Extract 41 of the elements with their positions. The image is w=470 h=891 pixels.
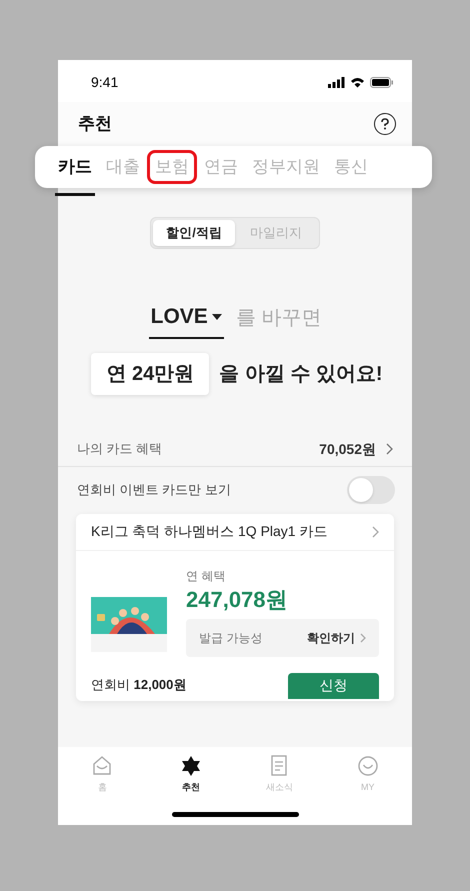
benefit-label: 연 혜택	[186, 568, 226, 584]
caret-icon	[212, 314, 222, 320]
document-icon	[269, 755, 290, 777]
headline-text: 을 아낄 수 있어요!	[219, 362, 383, 386]
tab[interactable]: 정부지원	[251, 150, 321, 184]
issue-check-button[interactable]: 발급 가능성 확인하기	[186, 618, 379, 656]
card-dropdown[interactable]: LOVE	[148, 301, 224, 338]
house-icon	[92, 755, 112, 777]
battery-icon	[370, 76, 394, 88]
benefit-amount: 70,052원	[319, 440, 376, 458]
chevron-right-icon	[372, 526, 379, 538]
toggle-switch[interactable]	[347, 476, 395, 504]
star-icon	[180, 755, 201, 777]
help-icon[interactable]	[374, 113, 396, 135]
savings-badge: 연 24만원	[91, 352, 210, 394]
clock: 9:41	[91, 72, 118, 92]
tab[interactable]: 보험	[147, 150, 197, 184]
nav-tab[interactable]: 추천	[146, 755, 235, 794]
tab[interactable]: 통신	[333, 150, 369, 184]
apply-button[interactable]: 신청	[288, 672, 379, 698]
nav-tab[interactable]: MY	[324, 755, 412, 794]
signal-icon	[328, 76, 345, 88]
nav-tab[interactable]: 홈	[58, 755, 146, 794]
page-title: 추천	[78, 113, 112, 136]
card-title-row[interactable]: K리그 축덕 하나멤버스 1Q Play1 카드	[76, 514, 394, 550]
toggle-label: 연회비 이벤트 카드만 보기	[77, 480, 231, 499]
nav-tab[interactable]: 새소식	[235, 755, 324, 794]
segment-tab[interactable]: 마일리지	[235, 220, 317, 246]
segment-tab[interactable]: 할인/적립	[153, 220, 235, 246]
chevron-right-icon	[386, 443, 393, 455]
tab[interactable]: 대출	[105, 150, 141, 184]
benefit-row[interactable]: 나의 카드 혜택 70,052원	[58, 432, 412, 466]
wifi-icon	[350, 76, 365, 88]
annual-fee: 연회비 12,000원	[91, 676, 186, 694]
tab[interactable]: 카드	[57, 150, 93, 184]
question-mark-icon	[380, 118, 390, 130]
smile-icon	[358, 755, 378, 777]
tab[interactable]: 연금	[203, 150, 239, 184]
headline-text: 를 바꾸면	[236, 306, 322, 330]
chevron-right-icon	[360, 632, 366, 642]
annual-benefit: 247,078원	[186, 586, 289, 614]
